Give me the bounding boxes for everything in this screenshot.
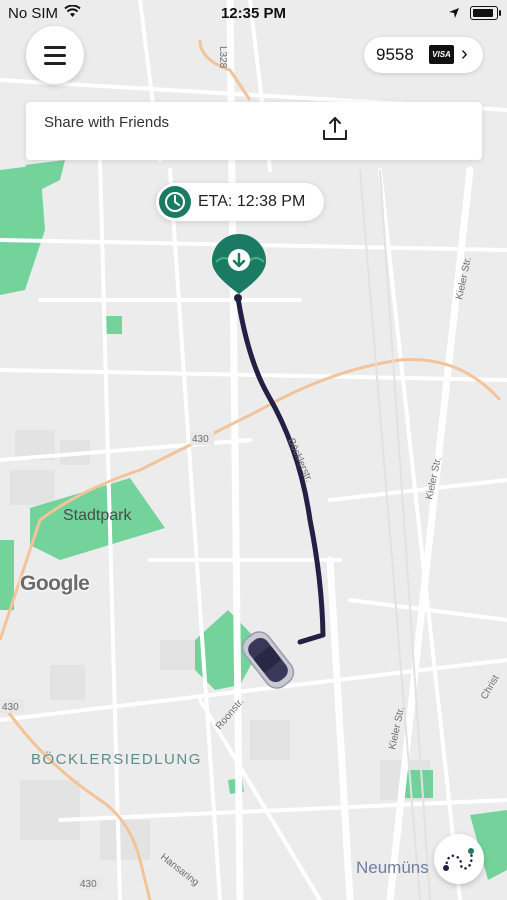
- google-logo: Google: [20, 572, 90, 595]
- location-arrow-icon: [448, 6, 460, 23]
- road-shield-430-b: 430: [2, 702, 19, 713]
- route-overview-icon: [443, 848, 474, 871]
- road-label-l328: L328: [217, 46, 228, 69]
- eta-text: ETA: 12:38 PM: [198, 193, 306, 210]
- menu-button[interactable]: [26, 26, 84, 84]
- route-overview-button[interactable]: [434, 834, 484, 884]
- share-upload-icon[interactable]: [321, 116, 349, 147]
- map-label-stadtpark: Stadtpark: [63, 507, 132, 524]
- hamburger-icon: [44, 46, 66, 49]
- road-shield-430-a: 430: [192, 434, 209, 445]
- card-number: 9558: [376, 45, 414, 64]
- road-shield-430-c: 430: [80, 879, 97, 890]
- status-time: 12:35 PM: [220, 5, 287, 22]
- map-label-bocklersiedlung: BÖCKLERSIEDLUNG: [31, 750, 202, 768]
- map-label-neumuens: Neumüns: [356, 858, 429, 877]
- share-with-friends-card[interactable]: Share with Friends: [26, 102, 482, 160]
- share-label: Share with Friends: [44, 114, 170, 131]
- battery-icon: [470, 6, 501, 20]
- clock-icon: [159, 186, 191, 218]
- destination-pin-icon[interactable]: [210, 232, 268, 303]
- eta-badge: ETA: 12:38 PM: [156, 183, 324, 221]
- hamburger-icon-line: [44, 62, 66, 65]
- chevron-right-icon: ›: [461, 43, 468, 65]
- status-bar: No SIM 12:35 PM: [0, 0, 507, 28]
- payment-method-button[interactable]: 9558 VISA ›: [364, 37, 483, 73]
- visa-card-icon: VISA: [429, 45, 454, 64]
- hamburger-icon-line: [44, 54, 66, 57]
